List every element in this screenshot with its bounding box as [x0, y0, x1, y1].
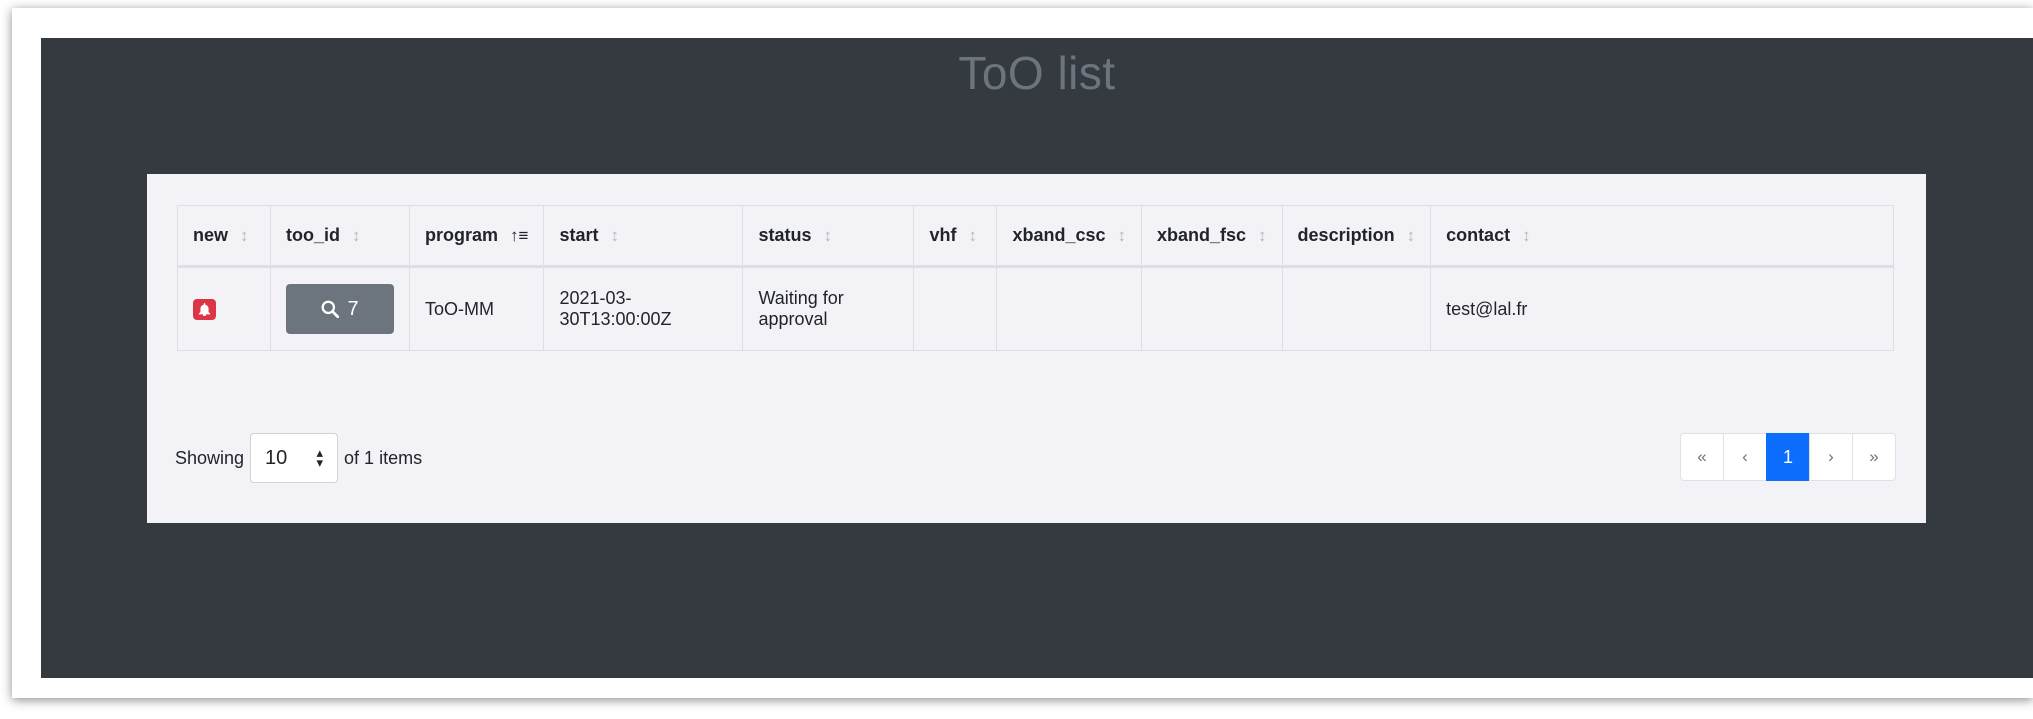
column-label: program — [425, 225, 499, 245]
sort-icon: ↕ — [610, 226, 619, 245]
column-label: xband_csc — [1012, 225, 1106, 245]
column-header-vhf[interactable]: vhf ↕ — [913, 205, 998, 268]
cell-program: ToO-MM — [408, 266, 545, 351]
view-too-button[interactable]: 7 — [286, 284, 394, 334]
first-page-button[interactable]: « — [1680, 433, 1724, 481]
column-label: contact — [1446, 225, 1511, 245]
cell-xband-csc — [996, 266, 1142, 351]
column-label: new — [193, 225, 229, 245]
select-arrows-icon: ▴ ▾ — [316, 445, 324, 470]
sort-ascending-icon: ↑≡ — [510, 226, 529, 245]
column-header-xband-csc[interactable]: xband_csc ↕ — [996, 205, 1142, 268]
sort-icon: ↕ — [1258, 226, 1267, 245]
bell-icon — [193, 298, 216, 320]
page-title: ToO list — [958, 47, 1116, 99]
page-1-button[interactable]: 1 — [1766, 433, 1810, 481]
column-header-xband-fsc[interactable]: xband_fsc ↕ — [1141, 205, 1283, 268]
last-page-button[interactable]: » — [1852, 433, 1896, 481]
table-row: 7 ToO-MM 2021-03-30T13:00:00Z Waiting fo… — [177, 266, 1894, 351]
pagination: « ‹ 1 › » — [1680, 433, 1896, 481]
prev-page-button[interactable]: ‹ — [1723, 433, 1767, 481]
sort-icon: ↕ — [240, 226, 249, 245]
column-label: too_id — [286, 225, 340, 245]
table-panel: new ↕ too_id ↕ program ↑≡ start ↕ status ↕ — [147, 174, 1926, 523]
table-header-row: new ↕ too_id ↕ program ↑≡ start ↕ status ↕ — [177, 205, 1894, 268]
sort-icon: ↕ — [1406, 226, 1416, 245]
app-window: ToO list new ↕ too_id ↕ program ↑≡ start ↕ — [41, 38, 2033, 678]
page-size-control: Showing 10 ▴ ▾ of 1 items — [175, 432, 422, 484]
column-header-status[interactable]: status ↕ — [742, 205, 915, 268]
column-header-new[interactable]: new ↕ — [177, 205, 271, 268]
cell-new — [177, 266, 271, 351]
page-size-value: 10 — [265, 446, 288, 469]
cell-too-id: 7 — [270, 266, 410, 351]
sort-icon: ↕ — [352, 226, 361, 245]
too-table: new ↕ too_id ↕ program ↑≡ start ↕ status ↕ — [177, 205, 1894, 351]
column-header-program[interactable]: program ↑≡ — [408, 205, 545, 268]
column-label: vhf — [929, 225, 957, 245]
column-label: start — [559, 225, 599, 245]
table-footer: Showing 10 ▴ ▾ of 1 items « ‹ 1 › » — [175, 432, 1896, 484]
sort-icon: ↕ — [1117, 226, 1127, 245]
cell-vhf — [913, 266, 998, 351]
next-page-button[interactable]: › — [1809, 433, 1853, 481]
column-header-contact[interactable]: contact ↕ — [1430, 205, 1894, 268]
item-count-label: of 1 items — [344, 447, 423, 468]
column-header-start[interactable]: start ↕ — [543, 205, 744, 268]
cell-xband-fsc — [1141, 266, 1283, 351]
column-header-too-id[interactable]: too_id ↕ — [270, 205, 410, 268]
page-size-select[interactable]: 10 ▴ ▾ — [250, 433, 339, 483]
showing-label: Showing — [175, 447, 245, 468]
cell-contact: test@lal.fr — [1430, 266, 1894, 351]
sort-icon: ↕ — [968, 226, 977, 245]
column-header-description[interactable]: description ↕ — [1281, 205, 1432, 268]
column-label: status — [758, 225, 812, 245]
column-label: description — [1297, 225, 1395, 245]
cell-status: Waiting for approval — [742, 266, 915, 351]
column-label: xband_fsc — [1157, 225, 1247, 245]
too-id-value: 7 — [347, 297, 359, 320]
cell-start: 2021-03-30T13:00:00Z — [543, 266, 744, 351]
cell-description — [1281, 266, 1432, 351]
sort-icon: ↕ — [1522, 226, 1531, 245]
search-icon — [322, 300, 340, 318]
sort-icon: ↕ — [823, 226, 832, 245]
